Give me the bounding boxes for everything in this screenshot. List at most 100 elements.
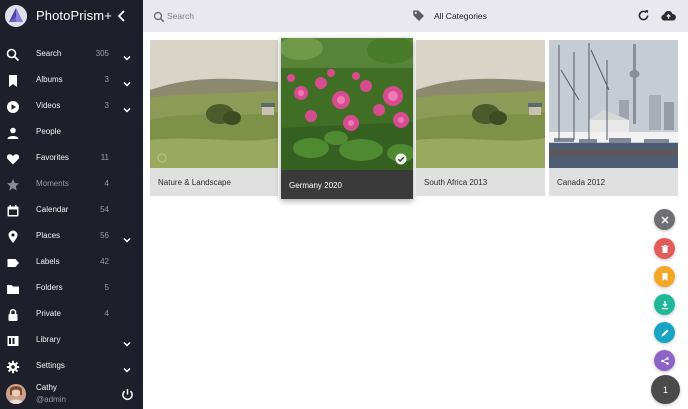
category-select[interactable]: All Categories: [434, 11, 487, 21]
reload-icon[interactable]: [637, 9, 650, 22]
map-pin-icon: [6, 230, 20, 244]
search-input[interactable]: [167, 9, 367, 23]
sidebar-item-moments[interactable]: Moments 4: [0, 172, 143, 198]
label-icon: [6, 256, 20, 270]
heart-icon: [6, 152, 20, 166]
sidebar-item-label: Moments: [36, 179, 69, 188]
album-title: Germany 2020: [289, 181, 342, 190]
sidebar-item-count: 3: [104, 75, 109, 84]
pencil-icon: [661, 329, 668, 336]
delete-button[interactable]: [654, 238, 675, 259]
chevron-down-icon[interactable]: [122, 362, 132, 373]
selection-count-button[interactable]: 1: [651, 375, 680, 404]
folder-icon: [6, 282, 20, 296]
search-icon: [6, 48, 20, 62]
user-account[interactable]: Cathy @admin: [0, 380, 143, 409]
sidebar-item-places[interactable]: Places 56: [0, 224, 143, 250]
selection-count: 1: [662, 384, 668, 395]
sidebar-item-count: 54: [100, 205, 109, 214]
sidebar-item-label: Labels: [36, 257, 60, 266]
sidebar-item-videos[interactable]: Videos 3: [0, 94, 143, 120]
gear-icon: [6, 360, 20, 374]
close-icon: [660, 215, 669, 224]
sidebar-item-people[interactable]: People: [0, 120, 143, 146]
sidebar-item-label: Folders: [36, 283, 63, 292]
selected-check-icon[interactable]: [395, 152, 407, 165]
star-icon: [6, 178, 20, 192]
share-icon: [660, 356, 669, 365]
sidebar-item-calendar[interactable]: Calendar 54: [0, 198, 143, 224]
album-title: Canada 2012: [557, 178, 606, 187]
lock-icon: [6, 308, 20, 322]
sidebar-item-labels[interactable]: Labels 42: [0, 250, 143, 276]
sidebar-item-count: 5: [104, 283, 109, 292]
album-card[interactable]: South Africa 2013: [416, 40, 545, 196]
sidebar-item-label: Settings: [36, 361, 65, 370]
sidebar-item-search[interactable]: Search 305: [0, 42, 143, 68]
sidebar-item-folders[interactable]: Folders 5: [0, 276, 143, 302]
sidebar-item-label: Albums: [36, 75, 63, 84]
power-icon[interactable]: [121, 388, 134, 401]
user-name: Cathy: [36, 383, 57, 392]
chevron-down-icon[interactable]: [122, 76, 132, 87]
sidebar-item-private[interactable]: Private 4: [0, 302, 143, 328]
sidebar-item-label: People: [36, 127, 61, 136]
sidebar-item-count: 11: [100, 153, 109, 162]
sidebar-item-albums[interactable]: Albums 3: [0, 68, 143, 94]
app-title: PhotoPrism+: [36, 8, 112, 23]
bookmark-icon: [6, 74, 20, 88]
sidebar-item-label: Videos: [36, 101, 61, 110]
chevron-down-icon[interactable]: [122, 232, 132, 243]
sidebar-item-count: 305: [95, 49, 109, 58]
sidebar-nav: Search 305 Albums 3 Videos 3 People Favo…: [0, 42, 143, 380]
library-icon: [6, 334, 20, 348]
album-card[interactable]: Nature & Landscape: [150, 40, 278, 196]
album-thumbnail[interactable]: [281, 38, 413, 170]
album-card-selected[interactable]: Germany 2020: [281, 38, 413, 199]
sidebar-item-settings[interactable]: Settings: [0, 354, 143, 380]
toolbar: All Categories: [143, 0, 688, 32]
edit-button[interactable]: [654, 322, 675, 343]
trash-icon: [661, 244, 668, 253]
album-card[interactable]: Canada 2012: [549, 40, 678, 196]
user-handle: @admin: [36, 395, 66, 404]
person-icon: [6, 126, 20, 140]
add-to-album-button[interactable]: [654, 266, 675, 287]
photoprism-logo[interactable]: [5, 5, 27, 27]
album-thumbnail[interactable]: [416, 40, 545, 168]
chevron-down-icon[interactable]: [122, 336, 132, 347]
sidebar-item-label: Calendar: [36, 205, 69, 214]
search-icon: [153, 10, 165, 23]
calendar-icon: [6, 204, 20, 218]
avatar[interactable]: [6, 384, 26, 404]
sidebar-item-favorites[interactable]: Favorites 11: [0, 146, 143, 172]
sidebar-item-label: Search: [36, 49, 62, 58]
sidebar-item-library[interactable]: Library: [0, 328, 143, 354]
sidebar-item-label: Favorites: [36, 153, 69, 162]
sidebar: PhotoPrism+ Search 305 Albums 3 Videos 3…: [0, 0, 143, 409]
tag-icon: [412, 9, 425, 22]
bookmark-icon: [662, 272, 667, 281]
download-button[interactable]: [654, 294, 675, 315]
clear-selection-button[interactable]: [654, 209, 675, 230]
download-icon: [661, 300, 668, 309]
sidebar-item-label: Places: [36, 231, 61, 240]
sidebar-item-count: 56: [100, 231, 109, 240]
play-circle-icon: [6, 100, 20, 114]
sidebar-item-count: 42: [100, 257, 109, 266]
sidebar-item-count: 4: [104, 309, 109, 318]
chevron-down-icon[interactable]: [122, 50, 132, 61]
collapse-sidebar-icon[interactable]: [115, 8, 129, 24]
brand: PhotoPrism+: [0, 0, 143, 32]
chevron-down-icon[interactable]: [122, 102, 132, 113]
sidebar-item-label: Private: [36, 309, 61, 318]
album-thumbnail[interactable]: [150, 40, 278, 168]
sidebar-item-label: Library: [36, 335, 61, 344]
sidebar-item-count: 3: [104, 101, 109, 110]
sidebar-item-count: 4: [104, 179, 109, 188]
cloud-upload-icon[interactable]: [661, 9, 676, 22]
album-title: Nature & Landscape: [158, 178, 231, 187]
album-title: South Africa 2013: [424, 178, 488, 187]
album-thumbnail[interactable]: [549, 40, 678, 168]
share-button[interactable]: [654, 350, 675, 371]
